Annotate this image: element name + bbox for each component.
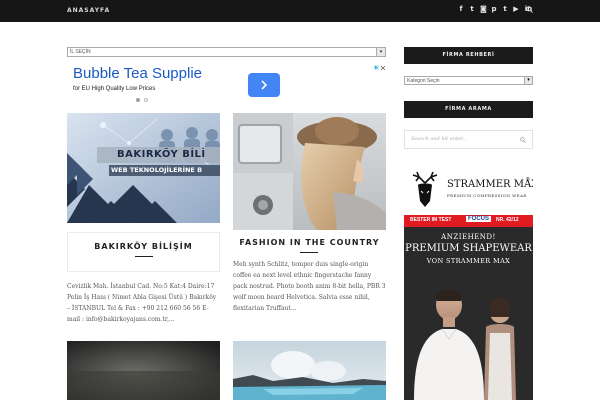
ad-strip-mid: FOCUS	[466, 216, 491, 222]
search-icon[interactable]	[520, 137, 526, 143]
deer-logo-icon	[412, 171, 438, 207]
post-excerpt-bakirkoy: Cevizlik Mah. İstanbul Cad. No:5 Kat:4 D…	[67, 283, 217, 323]
post-image-photo	[233, 341, 386, 400]
ad-brand: STRAMMER MAX	[447, 179, 533, 190]
post-image-graphic	[67, 341, 220, 400]
post-image-photo	[233, 113, 386, 230]
instagram-icon[interactable]: ◙	[480, 5, 487, 14]
pinterest-icon[interactable]: p	[491, 5, 497, 14]
post-image-bakirkoy[interactable]: BAKIRKÖY BİLİ WEB TEKNOLOJİLERİNE B	[67, 113, 220, 223]
social-icons: f t ◙ p t ▶ in	[458, 5, 533, 14]
category-select[interactable]: Kategori Seçin ▾	[404, 76, 533, 85]
ad-subline: for EU High Quality Low Prices	[73, 86, 156, 92]
post-excerpt-fashion: Meh synth Schlitz, tempor duis single-or…	[233, 261, 386, 312]
ad-carousel-dot-2[interactable]	[144, 98, 148, 102]
ad-brand-subtitle: PREMIUM COMPRESSION WEAR	[447, 193, 527, 198]
tumblr-icon[interactable]: t	[502, 5, 508, 14]
ad-line-3: VON STRAMMER MAX	[426, 257, 511, 265]
youtube-icon[interactable]: ▶	[513, 5, 519, 14]
ad-photo-panel: ANZIEHEND! PREMIUM SHAPEWEAR VON STRAMME…	[404, 227, 533, 400]
ad-models-photo	[414, 289, 516, 400]
adchoices-icon[interactable]	[374, 65, 386, 71]
post-image-4[interactable]	[233, 341, 386, 400]
chevron-right-icon	[261, 80, 268, 90]
post-image-text-1: BAKIRKÖY BİLİ	[117, 149, 206, 160]
ad-line-2: PREMIUM SHAPEWEAR	[405, 243, 532, 254]
post-title-divider	[300, 252, 318, 253]
sidebar-ad-strammer[interactable]: STRAMMER MAX ® PREMIUM COMPRESSION WEAR …	[404, 164, 533, 400]
province-select[interactable]: İL SEÇİN ▾	[67, 47, 386, 57]
facebook-icon[interactable]: f	[458, 5, 464, 14]
ad-brand-registered: ®	[526, 177, 530, 183]
post-image-3[interactable]	[67, 341, 220, 400]
post-title-bakirkoy[interactable]: BAKIRKÖY BİLİŞİM	[67, 242, 220, 251]
search-icon[interactable]	[526, 6, 533, 13]
ad-line-1: ANZIEHEND!	[441, 233, 496, 241]
top-navigation-bar: ANASAYFA f t ◙ p t ▶ in	[0, 0, 600, 22]
category-select-value: Kategori Seçin	[407, 78, 440, 84]
post-title-divider	[135, 256, 153, 257]
post-title-fashion[interactable]: FASHION IN THE COUNTRY	[233, 238, 386, 247]
post-image-text-2: WEB TEKNOLOJİLERİNE B	[111, 166, 203, 174]
chevron-down-icon: ▾	[376, 48, 385, 56]
ad-headline[interactable]: Bubble Tea Supplie	[73, 65, 208, 82]
ad-award-strip: BESTER IM TEST FOCUS NR. 42/12	[404, 215, 533, 227]
ad-carousel-dot-1[interactable]	[136, 98, 140, 102]
sidebar-search-field[interactable]: Search and hit enter...	[404, 130, 533, 149]
search-input[interactable]: Search and hit enter...	[411, 136, 468, 142]
ad-banner[interactable]: Bubble Tea Supplie for EU High Quality L…	[67, 65, 386, 105]
post-image-fashion[interactable]	[233, 113, 386, 230]
twitter-icon[interactable]: t	[469, 5, 475, 14]
widget-title-search: FİRMA ARAMA	[404, 101, 533, 118]
widget-title-directory: FİRMA REHBERİ	[404, 47, 533, 64]
ad-go-button[interactable]	[248, 73, 280, 97]
nav-home-link[interactable]: ANASAYFA	[67, 7, 110, 14]
ad-strip-left: BESTER IM TEST	[410, 217, 452, 223]
post-title-box	[67, 232, 220, 272]
ad-strip-right: NR. 42/12	[496, 217, 519, 223]
chevron-down-icon: ▾	[524, 77, 532, 84]
province-select-value: İL SEÇİN	[70, 49, 91, 55]
